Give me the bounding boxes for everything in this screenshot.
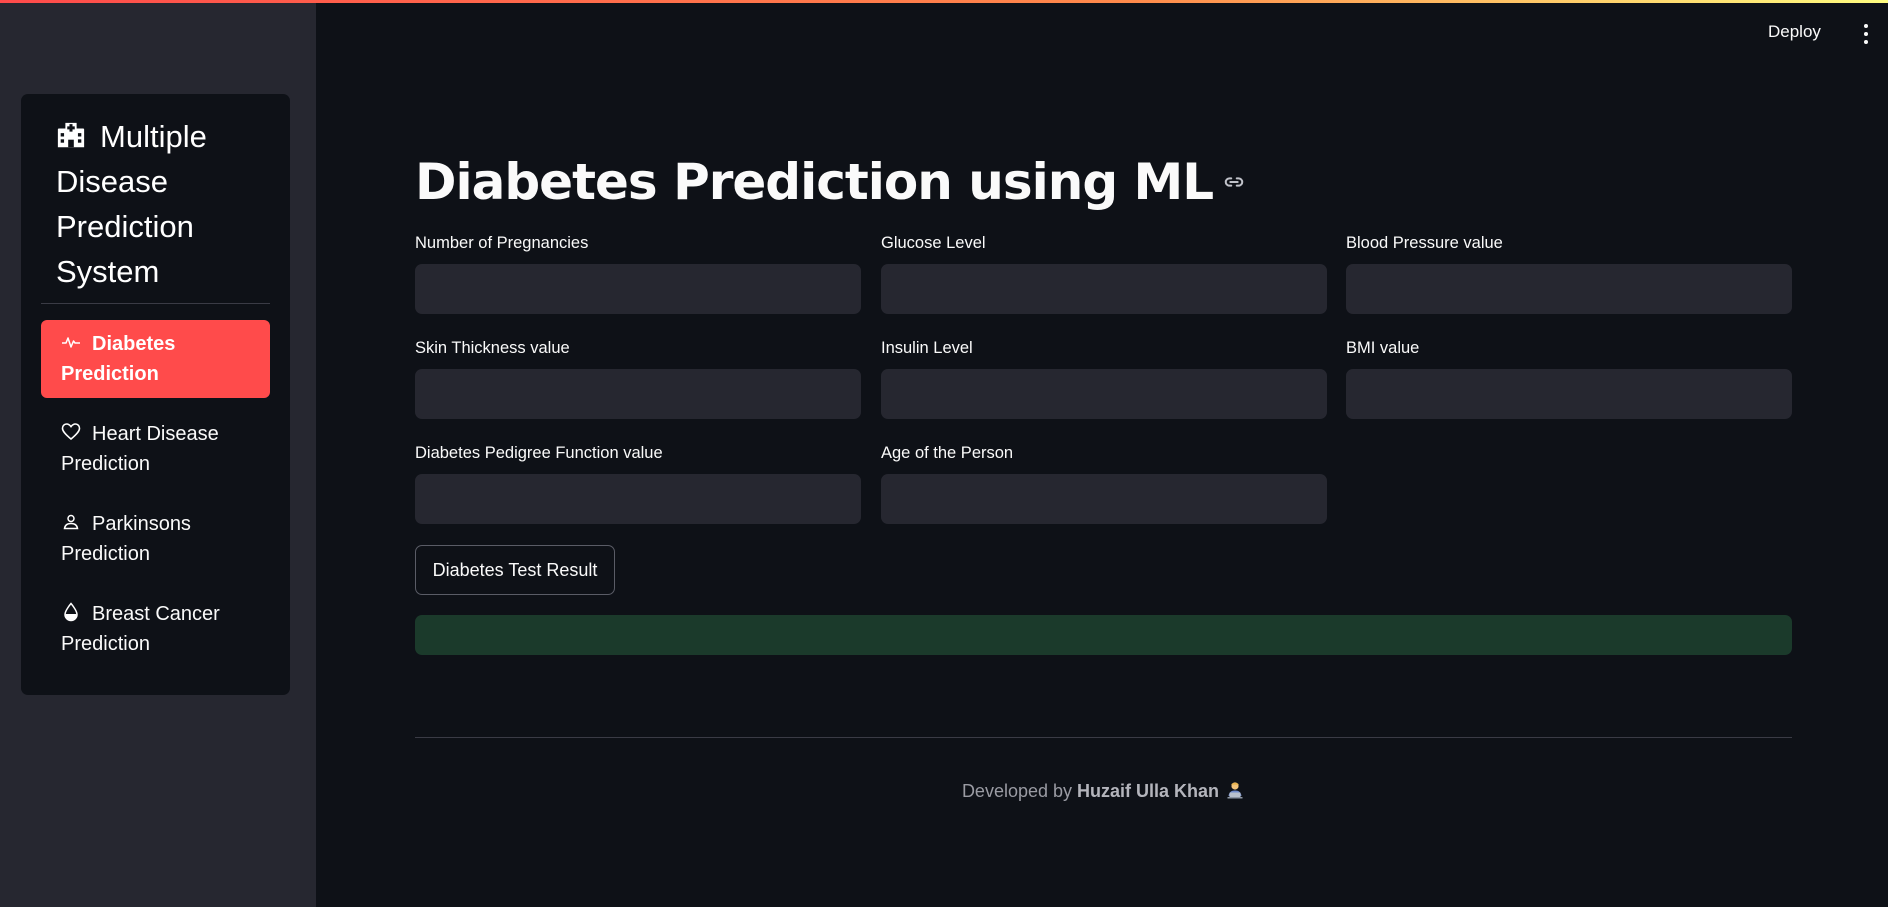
field-label-pregnancies: Number of Pregnancies <box>415 234 589 252</box>
field-label-bmi: BMI value <box>1346 339 1420 357</box>
skin-thickness-input[interactable] <box>415 369 861 419</box>
footer-author: Huzaif Ulla Khan <box>1077 781 1220 801</box>
diabetes-test-result-button[interactable]: Diabetes Test Result <box>415 545 615 595</box>
age-input[interactable] <box>881 474 1327 524</box>
heart-icon <box>61 421 81 441</box>
footer-prefix: Developed by <box>961 781 1073 801</box>
page-title: Diabetes Prediction using ML <box>415 140 1245 218</box>
activity-icon <box>61 331 81 351</box>
menu-divider <box>41 303 270 304</box>
hospital-icon <box>56 117 86 148</box>
top-decoration-stripe <box>0 0 1888 3</box>
field-label-age: Age of the Person <box>881 444 1014 462</box>
field-label-insulin: Insulin Level <box>881 339 973 357</box>
field-label-skin-thickness: Skin Thickness value <box>415 339 570 357</box>
menu-item-label: Heart Disease Prediction <box>61 423 219 475</box>
technologist-icon <box>1225 780 1245 800</box>
sidebar: Multiple Disease Prediction System Diabe… <box>0 0 316 907</box>
menu-item-parkinsons[interactable]: Parkinsons Prediction <box>41 500 270 578</box>
pregnancies-input[interactable] <box>415 264 861 314</box>
prediction-result-box <box>415 615 1792 655</box>
person-icon <box>61 511 81 531</box>
link-icon[interactable] <box>1223 140 1245 187</box>
blood-pressure-input[interactable] <box>1346 264 1792 314</box>
menu-title: Multiple Disease Prediction System <box>56 114 276 294</box>
bmi-input[interactable] <box>1346 369 1792 419</box>
pedigree-input[interactable] <box>415 474 861 524</box>
kebab-menu-icon[interactable] <box>1858 24 1874 50</box>
option-menu: Multiple Disease Prediction System Diabe… <box>21 94 290 695</box>
droplet-icon <box>61 601 81 622</box>
glucose-input[interactable] <box>881 264 1327 314</box>
menu-item-diabetes[interactable]: Diabetes Prediction <box>41 320 270 398</box>
menu-item-breast-cancer[interactable]: Breast Cancer Prediction <box>41 590 270 668</box>
footer-divider <box>415 737 1792 738</box>
menu-item-heart-disease[interactable]: Heart Disease Prediction <box>41 410 270 488</box>
field-label-glucose: Glucose Level <box>881 234 986 252</box>
footer: Developed by Huzaif Ulla Khan <box>415 780 1792 802</box>
menu-item-label: Breast Cancer Prediction <box>61 603 220 655</box>
page-title-text: Diabetes Prediction using ML <box>415 153 1214 211</box>
field-label-blood-pressure: Blood Pressure value <box>1346 234 1503 252</box>
insulin-input[interactable] <box>881 369 1327 419</box>
deploy-button[interactable]: Deploy <box>1768 22 1821 42</box>
field-label-pedigree: Diabetes Pedigree Function value <box>415 444 663 462</box>
